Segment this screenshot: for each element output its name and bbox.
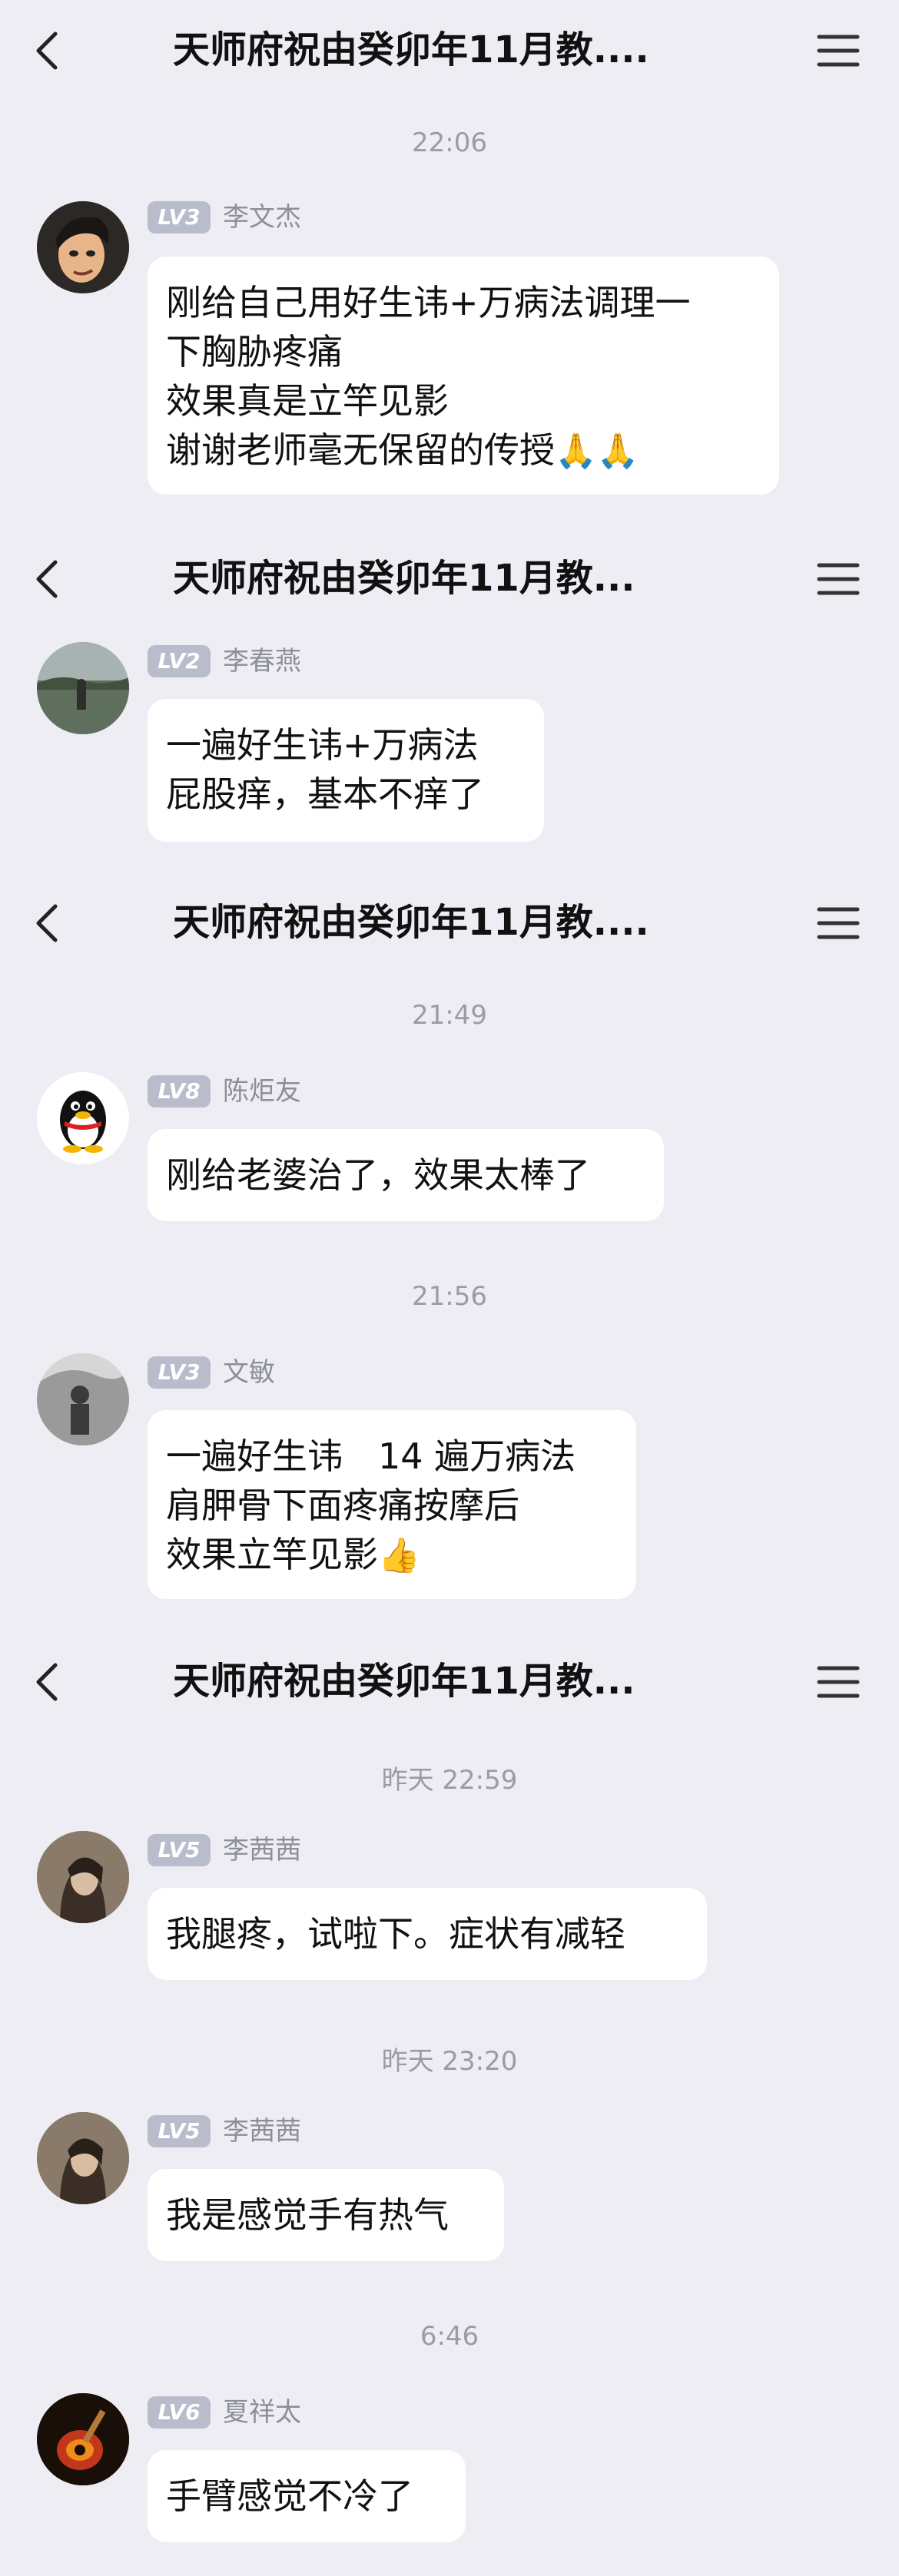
avatar-portrait-woman-icon [37,2112,129,2204]
pray-hands-emoji-icon: 🙏🙏 [555,432,639,471]
message-line: 手臂感觉不冷了 [166,2475,413,2517]
sender-name[interactable]: 文敏 [223,1356,275,1389]
avatar-landscape-icon [37,642,129,734]
message-line: 一遍好生讳+万病法 [166,724,479,766]
message-line: 下胸胁疼痛 [166,331,343,372]
chat-title: 天师府祝由癸卯年11月教... [173,557,635,600]
menu-icon[interactable] [814,29,862,72]
level-badge: LV6 [148,2396,211,2429]
sender-name[interactable]: 李茜茜 [223,1834,301,1866]
avatar-guitar-icon [37,2393,129,2485]
message-line: 效果立竿见影 [166,1534,378,1575]
timestamp: 昨天 23:20 [381,2046,518,2077]
sender-name[interactable]: 夏祥太 [223,2396,301,2429]
level-badge: LV3 [148,201,211,233]
menu-icon[interactable] [814,1660,862,1704]
message-line: 肩胛骨下面疼痛按摩后 [166,1485,519,1526]
avatar[interactable] [37,1831,129,1923]
timestamp: 21:56 [412,1281,487,1312]
avatar[interactable] [37,201,129,293]
avatar-portrait-woman-icon [37,1831,129,1923]
level-badge: LV2 [148,645,211,677]
chat-header: 天师府祝由癸卯年11月教.... [0,872,899,972]
chat-title: 天师府祝由癸卯年11月教.... [173,901,649,944]
message-line: 刚给自己用好生讳+万病法调理一 [166,282,691,323]
avatar[interactable] [37,642,129,734]
message-bubble[interactable]: 刚给老婆治了，效果太棒了 [148,1129,664,1221]
avatar[interactable] [37,1072,129,1164]
chat-title: 天师府祝由癸卯年11月教... [173,1660,635,1703]
message-line: 谢谢老师毫无保留的传授 [166,429,555,471]
avatar-penguin-icon [37,1072,129,1164]
timestamp: 6:46 [420,2321,479,2352]
thumbs-up-emoji-icon: 👍 [378,1536,420,1575]
timestamp: 21:49 [412,1000,487,1031]
back-chevron-icon[interactable] [28,902,71,945]
chat-header: 天师府祝由癸卯年11月教... [0,528,899,628]
message-bubble[interactable]: 刚给自己用好生讳+万病法调理一 下胸胁疼痛 效果真是立竿见影 谢谢老师毫无保留的… [148,257,779,495]
level-badge: LV5 [148,1834,211,1866]
avatar[interactable] [37,2393,129,2485]
chat-title: 天师府祝由癸卯年11月教.... [173,28,649,71]
back-chevron-icon[interactable] [28,1660,71,1704]
message-bubble[interactable]: 一遍好生讳 14 遍万病法 肩胛骨下面疼痛按摩后 效果立竿见影👍 [148,1410,636,1599]
timestamp: 昨天 22:59 [381,1765,518,1796]
message-bubble[interactable]: 我腿疼，试啦下。症状有减轻 [148,1888,707,1980]
level-badge: LV3 [148,1356,211,1389]
menu-icon[interactable] [814,902,862,945]
sender-name[interactable]: 李春燕 [223,645,301,677]
sender-name[interactable]: 陈炬友 [223,1075,301,1108]
timestamp: 22:06 [412,127,487,158]
back-chevron-icon[interactable] [28,558,71,601]
avatar[interactable] [37,2112,129,2204]
level-badge: LV5 [148,2115,211,2147]
chat-header: 天师府祝由癸卯年11月教... [0,1631,899,1731]
message-line: 效果真是立竿见影 [166,380,449,422]
message-bubble[interactable]: 手臂感觉不冷了 [148,2450,466,2542]
chat-header: 天师府祝由癸卯年11月教.... [0,0,899,100]
message-line: 刚给老婆治了，效果太棒了 [166,1154,590,1196]
message-bubble[interactable]: 一遍好生讳+万病法 屁股痒，基本不痒了 [148,699,544,842]
avatar[interactable] [37,1353,129,1445]
message-line: 我是感觉手有热气 [166,2194,449,2236]
avatar-cartoon-man-icon [37,201,129,293]
avatar-photo-person-icon [37,1353,129,1445]
level-badge: LV8 [148,1075,211,1108]
message-bubble[interactable]: 我是感觉手有热气 [148,2169,504,2261]
message-line: 我腿疼，试啦下。症状有减轻 [166,1913,625,1955]
sender-name[interactable]: 李文杰 [223,201,301,233]
sender-name[interactable]: 李茜茜 [223,2115,301,2147]
message-line: 一遍好生讳 14 遍万病法 [166,1435,576,1477]
message-line: 屁股痒，基本不痒了 [166,773,484,815]
back-chevron-icon[interactable] [28,29,71,72]
menu-icon[interactable] [814,558,862,601]
